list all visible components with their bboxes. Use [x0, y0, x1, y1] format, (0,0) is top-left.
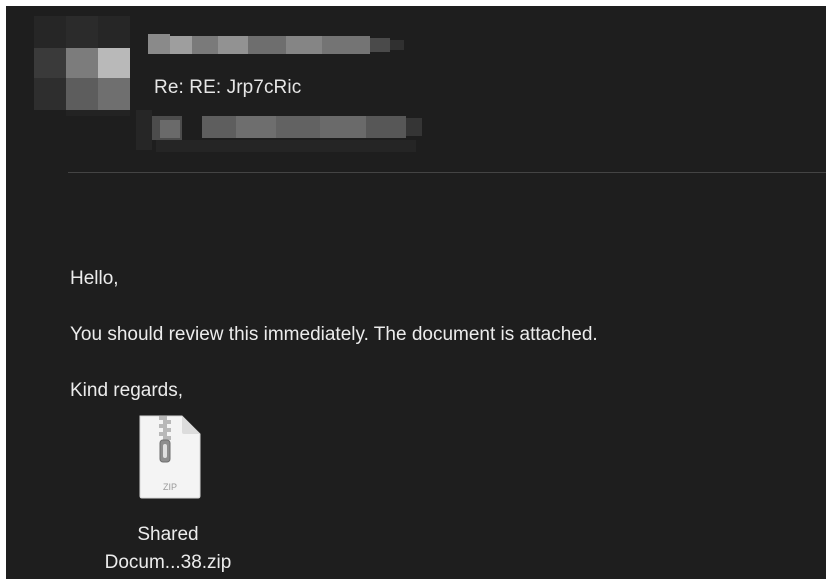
body-text: You should review this immediately. The … [70, 324, 598, 345]
header-divider [68, 172, 826, 173]
zip-attachment[interactable]: ZIP Shared Docum...38.zip [82, 412, 254, 579]
greeting-text: Hello, [70, 268, 119, 289]
sender-avatar-redacted [34, 16, 130, 116]
email-subject: Re: RE: Jrp7cRic [154, 77, 302, 98]
attachment-name-line1: Shared [137, 524, 199, 545]
zip-file-icon: ZIP [139, 415, 201, 499]
zip-icon-label: ZIP [163, 482, 177, 492]
attachment-name-line2: Docum...38.zip [104, 552, 232, 573]
closing-text: Kind regards, [70, 380, 184, 401]
email-viewer: Re: RE: Jrp7cRic Hello, You should revie… [6, 6, 826, 579]
